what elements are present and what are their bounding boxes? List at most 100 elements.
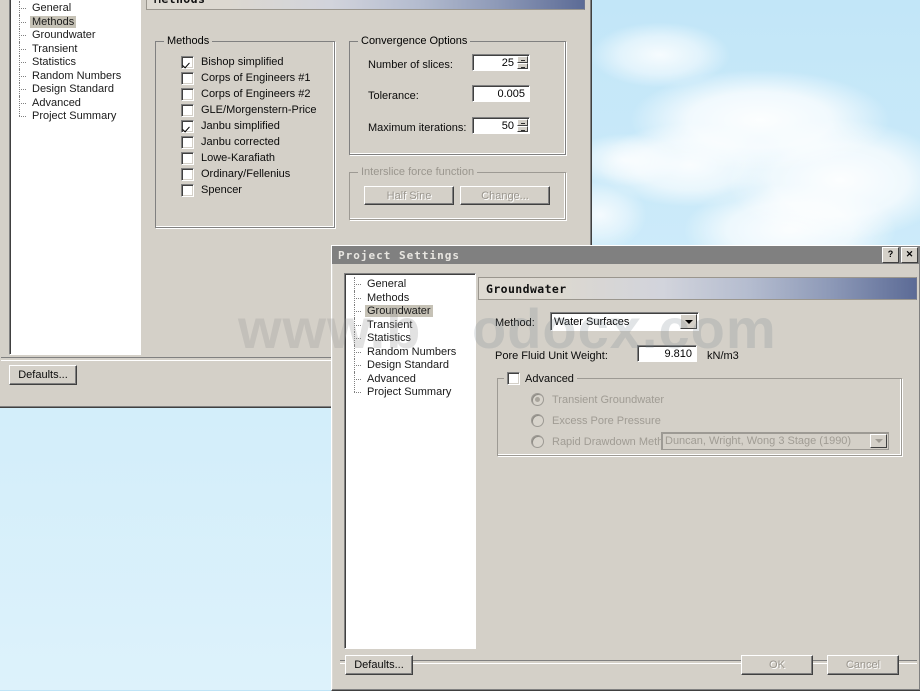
help-icon[interactable]: ? <box>882 247 899 263</box>
dialog-titlebar[interactable]: Project Settings ? ✕ <box>332 246 920 264</box>
spinner-icon[interactable] <box>517 119 528 132</box>
tree-item[interactable]: Advanced <box>16 95 140 111</box>
radio-icon <box>531 435 544 448</box>
tree-item[interactable]: General <box>351 277 475 292</box>
checkbox-corps-of-engineers-1[interactable]: Corps of Engineers #1 <box>181 70 317 86</box>
checkbox-label: Ordinary/Fellenius <box>201 168 291 180</box>
tree-item-label: Design Standard <box>367 359 449 371</box>
tolerance-value: 0.005 <box>497 87 525 100</box>
checkbox-icon <box>181 183 194 197</box>
convergence-group-caption: Convergence Options <box>358 35 471 47</box>
tree-item[interactable]: Random Numbers <box>351 344 475 360</box>
tree-item[interactable]: Random Numbers <box>16 68 140 84</box>
method-select[interactable]: Water Surfaces <box>550 312 699 331</box>
method-label: Method: <box>495 317 535 329</box>
page-title: Groundwater <box>486 281 567 296</box>
interslice-change-button[interactable]: Change... <box>460 186 550 205</box>
checkbox-icon <box>181 151 194 165</box>
checkbox-label: Spencer <box>201 184 242 196</box>
checkbox-label: Janbu corrected <box>201 136 280 148</box>
checkbox-icon <box>181 119 194 133</box>
tree-item-label: Design Standard <box>32 83 114 95</box>
checkbox-janbu-simplified[interactable]: Janbu simplified <box>181 118 317 134</box>
tree-item[interactable]: Groundwater <box>16 28 140 43</box>
maximum-iterations-value: 50 <box>501 119 514 132</box>
checkbox-label: GLE/Morgenstern-Price <box>201 104 317 116</box>
project-settings-dialog-groundwater: Project Settings ? ✕ General Methods Gro… <box>331 245 920 691</box>
tree-item-label: Statistics <box>367 332 412 344</box>
page-title-banner: Groundwater <box>478 277 917 300</box>
spinner-icon[interactable] <box>517 56 528 69</box>
radio-icon <box>531 393 544 406</box>
tree-item[interactable]: Project Summary <box>16 109 140 124</box>
settings-tree: General Methods Groundwater Transient St… <box>10 0 140 124</box>
defaults-button[interactable]: Defaults... <box>345 655 413 675</box>
checkbox-lowe-karafiath[interactable]: Lowe-Karafiath <box>181 150 317 166</box>
checkbox-gle-morgenstern-price[interactable]: GLE/Morgenstern-Price <box>181 102 317 118</box>
radio-transient-groundwater[interactable]: Transient Groundwater <box>531 391 676 408</box>
close-icon[interactable]: ✕ <box>901 247 918 263</box>
defaults-button[interactable]: Defaults... <box>9 365 77 385</box>
ok-button[interactable]: OK <box>741 655 813 675</box>
checkbox-corps-of-engineers-2[interactable]: Corps of Engineers #2 <box>181 86 317 102</box>
cancel-button[interactable]: Cancel <box>827 655 899 675</box>
checkbox-spencer[interactable]: Spencer <box>181 182 317 198</box>
settings-tree-panel[interactable]: General Methods Groundwater Transient St… <box>344 273 476 649</box>
maximum-iterations-input[interactable]: 50 <box>472 117 530 134</box>
tree-item[interactable]: Transient <box>351 317 475 333</box>
checkbox-icon <box>181 103 194 117</box>
radio-label: Excess Pore Pressure <box>552 414 661 427</box>
checkbox-ordinary-fellenius[interactable]: Ordinary/Fellenius <box>181 166 317 182</box>
tree-item[interactable]: Project Summary <box>351 385 475 400</box>
rapid-drawdown-method-select[interactable]: Duncan, Wright, Wong 3 Stage (1990) <box>661 432 889 450</box>
checkbox-janbu-corrected[interactable]: Janbu corrected <box>181 134 317 150</box>
tree-item-label: General <box>32 2 72 14</box>
radio-icon <box>531 414 544 427</box>
advanced-group: Advanced Transient Groundwater Excess Po… <box>497 372 902 456</box>
tree-item[interactable]: Methods <box>16 14 140 30</box>
tolerance-label: Tolerance: <box>368 90 419 102</box>
interslice-function-button[interactable]: Half Sine <box>364 186 454 205</box>
advanced-group-caption: Advanced <box>504 372 577 385</box>
tolerance-input[interactable]: 0.005 <box>472 85 530 102</box>
radio-rapid-drawdown-method[interactable]: Rapid Drawdown Method <box>531 433 676 450</box>
tree-item[interactable]: Groundwater <box>351 304 475 319</box>
interslice-force-function-group: Interslice force function Half Sine Chan… <box>349 166 566 220</box>
radio-excess-pore-pressure[interactable]: Excess Pore Pressure <box>531 412 676 429</box>
tree-item[interactable]: Statistics <box>351 331 475 346</box>
tree-item-label: Advanced <box>32 96 81 109</box>
checkbox-icon <box>181 135 194 149</box>
page-title-banner: Methods <box>146 0 585 10</box>
checkbox-icon <box>181 55 194 69</box>
page-title: Methods <box>154 0 205 6</box>
chevron-down-icon[interactable] <box>870 434 887 448</box>
tree-item[interactable]: General <box>16 1 140 16</box>
chevron-down-icon[interactable] <box>680 314 697 329</box>
tree-item-label: Methods <box>367 291 410 304</box>
rapid-drawdown-method-value: Duncan, Wright, Wong 3 Stage (1990) <box>665 435 852 447</box>
tree-item[interactable]: Transient <box>16 41 140 57</box>
tree-item[interactable]: Statistics <box>16 55 140 70</box>
pore-fluid-units-label: kN/m3 <box>707 350 739 362</box>
settings-tree-panel[interactable]: General Methods Groundwater Transient St… <box>9 0 141 355</box>
checkbox-label: Bishop simplified <box>201 56 284 68</box>
checkbox-bishop-simplified[interactable]: Bishop simplified <box>181 54 317 70</box>
pore-fluid-unit-weight-input[interactable]: 9.810 <box>637 345 697 362</box>
number-of-slices-value: 25 <box>501 56 514 69</box>
number-of-slices-input[interactable]: 25 <box>472 54 530 71</box>
tree-item-label: Advanced <box>367 372 416 385</box>
tree-item-label: Groundwater <box>365 305 433 317</box>
checkbox-icon[interactable] <box>507 372 520 385</box>
tree-item[interactable]: Design Standard <box>351 358 475 373</box>
checkbox-icon <box>181 87 194 101</box>
method-value: Water Surfaces <box>554 315 630 328</box>
tree-item[interactable]: Advanced <box>351 371 475 387</box>
tree-item-label: Statistics <box>32 56 77 68</box>
tree-item[interactable]: Methods <box>351 290 475 306</box>
methods-group: Methods Bishop simplified Corps of Engin… <box>155 35 335 228</box>
tree-item[interactable]: Design Standard <box>16 82 140 97</box>
checkbox-icon <box>181 71 194 85</box>
pore-fluid-unit-weight-value: 9.810 <box>664 347 692 360</box>
checkbox-label: Janbu simplified <box>201 120 280 132</box>
tree-item-label: Project Summary <box>32 110 117 122</box>
